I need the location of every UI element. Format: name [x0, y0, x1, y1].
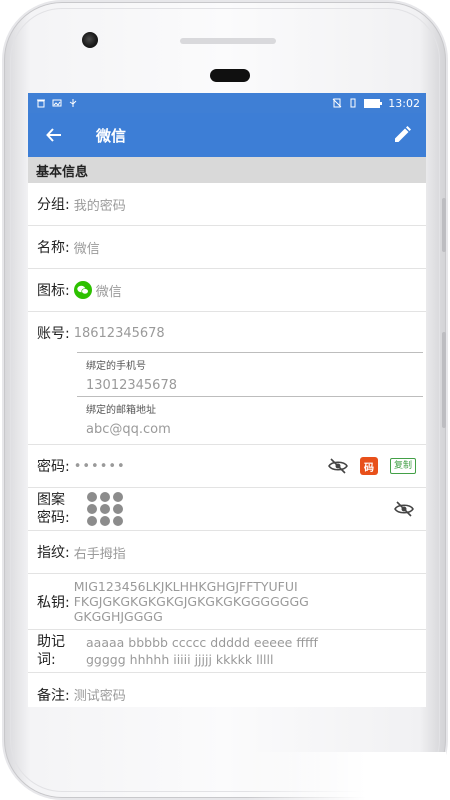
power-button [442, 332, 446, 428]
bound-email-value: abc@qq.com [86, 422, 171, 437]
password-generator-button[interactable]: 码 [359, 457, 378, 475]
private-key-line2: FKGJGKGKGKGKGJGKGKGKGGGGGGG [73, 594, 309, 609]
icon-label: 图标: [37, 283, 70, 299]
note-value: 测试密码 [73, 689, 126, 704]
page-title: 微信 [96, 126, 127, 145]
mnemonic-line1: aaaaa bbbbb ccccc ddddd eeeee fffff [86, 635, 318, 650]
no-sim-icon [332, 98, 342, 108]
fingerprint-value: 右手拇指 [73, 546, 126, 562]
vibrate-icon [350, 98, 356, 108]
password-value: •••••• [73, 458, 126, 474]
back-button[interactable] [42, 123, 66, 147]
phone-screen: 13:02 微信 基本信息 分组: 我的密码 名称: 微信 图标: 微信 账号:… [28, 93, 426, 707]
password-label: 密码: [37, 459, 70, 475]
volume-button [442, 198, 446, 252]
private-key-line1: MIG123456LKJKLHHKGHGJFFTYUFUI [73, 579, 298, 594]
image-notification-icon [52, 99, 62, 107]
clock: 13:02 [388, 96, 420, 110]
group-value: 我的密码 [73, 198, 126, 214]
mnemonic-label-line1: 助记 [37, 634, 65, 650]
account-label: 账号: [37, 326, 70, 342]
password-row[interactable]: 密码: •••••• 码 复制 [28, 445, 426, 488]
copy-button[interactable]: 复制 [389, 458, 416, 474]
account-value: 18612345678 [73, 325, 165, 341]
usb-notification-icon [69, 99, 77, 107]
eye-off-icon[interactable] [328, 458, 348, 474]
bound-email-label: 绑定的邮箱地址 [86, 405, 156, 416]
mnemonic-value: aaaaa bbbbb ccccc ddddd eeeee fffff gggg… [86, 634, 318, 668]
mnemonic-label: 助记 词: [37, 633, 77, 669]
private-key-label: 私钥: [37, 594, 70, 611]
battery-icon [364, 98, 383, 108]
private-key-value: MIG123456LKJKLHHKGHGJFFTYUFUI FKGJGKGKGK… [74, 579, 309, 624]
name-value: 微信 [73, 241, 100, 257]
pattern-eye-off-icon[interactable] [394, 501, 414, 517]
wechat-icon [73, 281, 92, 299]
group-label: 分组: [37, 197, 70, 213]
pattern-label: 图案 密码: [37, 491, 77, 527]
name-label: 名称: [37, 240, 70, 256]
name-row[interactable]: 名称: 微信 [28, 226, 426, 269]
arrow-left-icon [46, 128, 61, 142]
pattern-grid-icon [87, 492, 123, 526]
section-header: 基本信息 [28, 157, 426, 183]
trash-notification-icon [37, 99, 45, 108]
app-bar: 微信 [28, 113, 426, 157]
bound-phone-value: 13012345678 [86, 378, 177, 393]
pattern-label-line1: 图案 [37, 492, 65, 508]
note-row[interactable]: 备注: 测试密码 [28, 673, 426, 707]
bound-phone-label: 绑定的手机号 [86, 361, 146, 372]
private-key-row[interactable]: 私钥: MIG123456LKJKLHHKGHGJFFTYUFUI FKGJGK… [28, 574, 426, 630]
status-bar: 13:02 [28, 93, 426, 113]
icon-row[interactable]: 图标: 微信 [28, 269, 426, 312]
fingerprint-row[interactable]: 指纹: 右手拇指 [28, 531, 426, 574]
group-row[interactable]: 分组: 我的密码 [28, 183, 426, 226]
icon-value: 微信 [95, 284, 122, 300]
top-sensor-strip [180, 38, 276, 44]
earpiece-speaker [210, 69, 250, 82]
edit-button[interactable] [390, 123, 414, 147]
fingerprint-label: 指纹: [37, 545, 70, 561]
mnemonic-line2: ggggg hhhhh iiiii jjjjj kkkkk lllll [86, 652, 274, 667]
pattern-label-line2: 密码: [37, 510, 70, 526]
bottom-fade [246, 752, 446, 800]
mnemonic-row[interactable]: 助记 词: aaaaa bbbbb ccccc ddddd eeeee ffff… [28, 630, 426, 673]
pencil-icon [395, 126, 411, 142]
phone-frame: 13:02 微信 基本信息 分组: 我的密码 名称: 微信 图标: 微信 账号:… [4, 2, 446, 798]
pattern-row[interactable]: 图案 密码: [28, 488, 426, 531]
front-camera [82, 32, 98, 48]
account-row[interactable]: 账号: 18612345678 绑定的手机号 13012345678 绑定的邮箱… [28, 312, 426, 445]
private-key-line3: GKGGHJGGGG [73, 609, 163, 624]
mnemonic-label-line2: 词: [37, 652, 56, 668]
note-label: 备注: [37, 687, 70, 704]
